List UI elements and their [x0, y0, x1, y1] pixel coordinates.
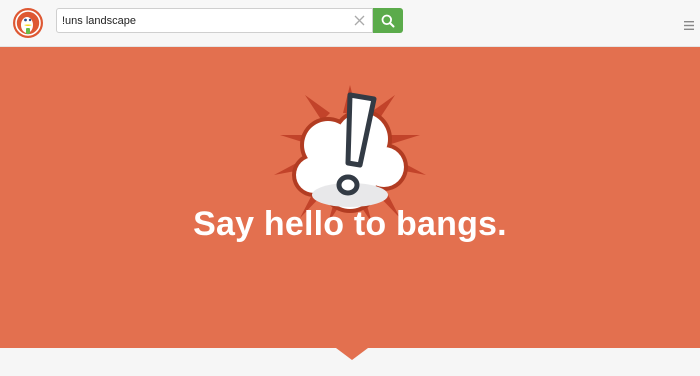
search-input[interactable]: [57, 9, 352, 32]
hamburger-menu-icon[interactable]: [684, 17, 694, 30]
search-icon: [381, 14, 395, 28]
top-bar: [0, 0, 700, 47]
hero-banner: Say hello to bangs.: [0, 47, 700, 348]
hero-pointer-arrow: [336, 348, 368, 360]
search-button[interactable]: [373, 8, 403, 33]
close-icon[interactable]: [353, 14, 366, 27]
search-box: [56, 8, 373, 33]
hero-headline: Say hello to bangs.: [193, 205, 507, 243]
duckduckgo-logo[interactable]: [13, 8, 43, 38]
